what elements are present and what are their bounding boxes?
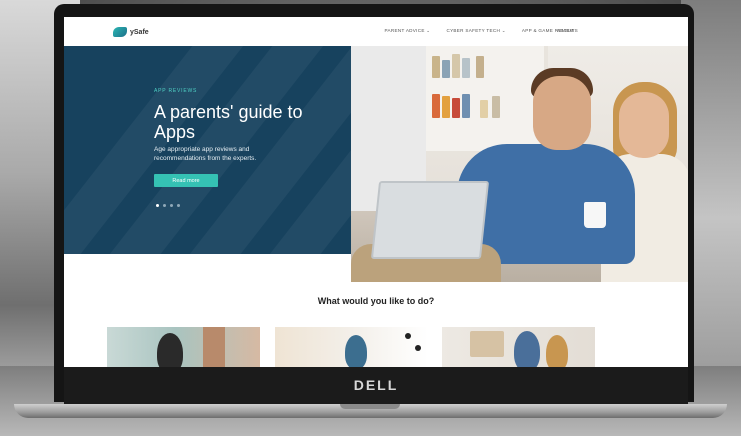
hero-section: APP REVIEWS A parents' guide to Apps Age…: [64, 46, 688, 282]
card-wall-dot: [415, 345, 421, 351]
site-logo[interactable]: ySafe: [113, 26, 149, 38]
nav-cyber-safety-tech[interactable]: CYBER SAFETY TECH ⌄: [446, 28, 505, 34]
photo-laptop: [370, 181, 490, 259]
nav-about[interactable]: ABOUT: [557, 28, 574, 33]
photo-mug: [584, 202, 606, 228]
photo-woman-face: [619, 92, 669, 158]
hero-eyebrow: APP REVIEWS: [154, 88, 198, 94]
carousel-dot[interactable]: [170, 204, 173, 207]
main-nav: PARENT ADVICE ⌄ CYBER SAFETY TECH ⌄ APP …: [384, 28, 578, 34]
hero-title: A parents' guide to Apps: [154, 102, 303, 142]
site-header: ySafe PARENT ADVICE ⌄ CYBER SAFETY TECH …: [64, 17, 688, 47]
logo-text: ySafe: [130, 28, 149, 36]
laptop-screen: ySafe PARENT ADVICE ⌄ CYBER SAFETY TECH …: [64, 17, 688, 367]
logo-mark-icon: [113, 27, 127, 37]
photo-man-face: [533, 76, 591, 150]
card-door: [203, 327, 225, 367]
section-title: What would you like to do?: [317, 296, 435, 306]
photo-bookshelf: [426, 46, 548, 151]
carousel-dot[interactable]: [156, 204, 159, 207]
card-man-figure: [514, 331, 540, 367]
carousel-dot[interactable]: [163, 204, 166, 207]
option-card-man[interactable]: [275, 327, 428, 367]
card-shelf: [470, 331, 504, 357]
option-cards: [107, 327, 647, 367]
card-woman-figure: [546, 335, 568, 367]
nav-parent-advice[interactable]: PARENT ADVICE ⌄: [384, 28, 430, 34]
card-child-figure: [157, 333, 183, 367]
carousel-dots: [156, 204, 180, 207]
laptop-notch: [340, 404, 400, 409]
read-more-button[interactable]: Read more: [154, 174, 218, 187]
option-card-child[interactable]: [107, 327, 260, 367]
card-man-figure: [345, 335, 367, 367]
card-wall-dot: [405, 333, 411, 339]
option-card-family[interactable]: [442, 327, 595, 367]
hero-photo: [351, 46, 688, 282]
dell-logo: DELL: [353, 377, 399, 393]
hero-subtitle: Age appropriate app reviews and recommen…: [154, 146, 257, 162]
carousel-dot[interactable]: [177, 204, 180, 207]
hero-panel: APP REVIEWS A parents' guide to Apps Age…: [64, 46, 351, 254]
laptop-chin: DELL: [64, 367, 688, 405]
